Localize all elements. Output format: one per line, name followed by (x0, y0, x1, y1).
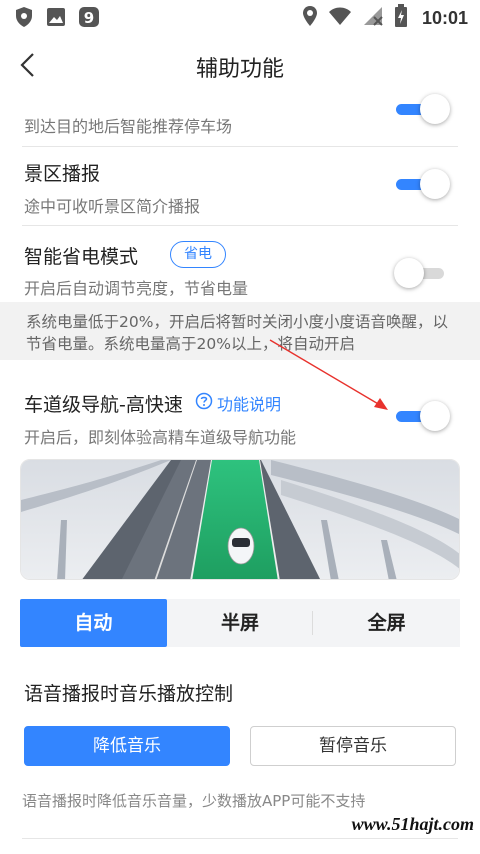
divider (22, 838, 458, 839)
app-9-icon: 9 (78, 6, 100, 32)
power-notice-text: 系统电量低于20%，开启后将暂时关闭小度小度语音唤醒，以节省电量。系统电量高于2… (26, 313, 448, 353)
wifi-icon (328, 6, 352, 30)
watermark: www.51hajt.com (351, 814, 474, 834)
scenic-title: 景区播报 (24, 163, 101, 185)
scenic-subtitle: 途中可收听景区简介播报 (24, 197, 201, 216)
lane-nav-illustration (20, 459, 460, 580)
help-link-label: 功能说明 (217, 395, 282, 414)
status-bar: 9 10:01 (0, 0, 480, 34)
lane-nav-subtitle: 开启后，即刻体验高精车道级导航功能 (24, 428, 297, 447)
music-control-note: 语音播报时降低音乐音量，少数播放APP可能不支持 (22, 792, 366, 810)
power-save-badge: 省电 (170, 241, 226, 268)
power-notice: 系统电量低于20%，开启后将暂时关闭小度小度语音唤醒，以节省电量。系统电量高于2… (0, 302, 480, 360)
location-icon (302, 5, 318, 31)
music-control-title: 语音播报时音乐播放控制 (24, 683, 234, 705)
display-mode-full[interactable]: 全屏 (313, 599, 460, 647)
display-mode-half-label: 半屏 (221, 612, 260, 634)
page-title: 辅助功能 (195, 57, 284, 82)
power-save-subtitle: 开启后自动调节亮度，节省电量 (24, 279, 249, 298)
parking-subtitle: 到达目的地后智能推荐停车场 (24, 117, 233, 136)
lane-nav-toggle[interactable] (394, 401, 450, 431)
battery-charging-icon (394, 4, 408, 32)
nav-bar: 辅助功能 (0, 34, 480, 96)
pause-music-button[interactable]: 暂停音乐 (250, 726, 456, 766)
display-mode-half[interactable]: 半屏 (167, 599, 314, 647)
parking-toggle[interactable] (394, 94, 450, 124)
power-save-title: 智能省电模式 (24, 246, 139, 268)
display-mode-selector: 自动 半屏 全屏 (20, 599, 460, 647)
lower-music-button[interactable]: 降低音乐 (24, 726, 230, 766)
help-circle-icon (195, 392, 213, 414)
display-mode-auto[interactable]: 自动 (20, 599, 167, 647)
lane-nav-title: 车道级导航-高快速 (24, 394, 183, 416)
power-save-toggle[interactable] (394, 258, 450, 288)
shield-icon (14, 6, 34, 32)
lane-nav-help-link[interactable]: 功能说明 (195, 391, 281, 415)
setting-power-save: 智能省电模式 开启后自动调节亮度，节省电量 (0, 226, 480, 302)
no-signal-icon (362, 5, 384, 31)
status-time: 10:01 (421, 7, 468, 28)
image-icon (46, 7, 66, 31)
scenic-toggle[interactable] (394, 169, 450, 199)
svg-text:9: 9 (84, 9, 94, 27)
setting-parking: 到达目的地后智能推荐停车场 (0, 94, 480, 146)
setting-scenic: 景区播报 途中可收听景区简介播报 (0, 147, 480, 225)
